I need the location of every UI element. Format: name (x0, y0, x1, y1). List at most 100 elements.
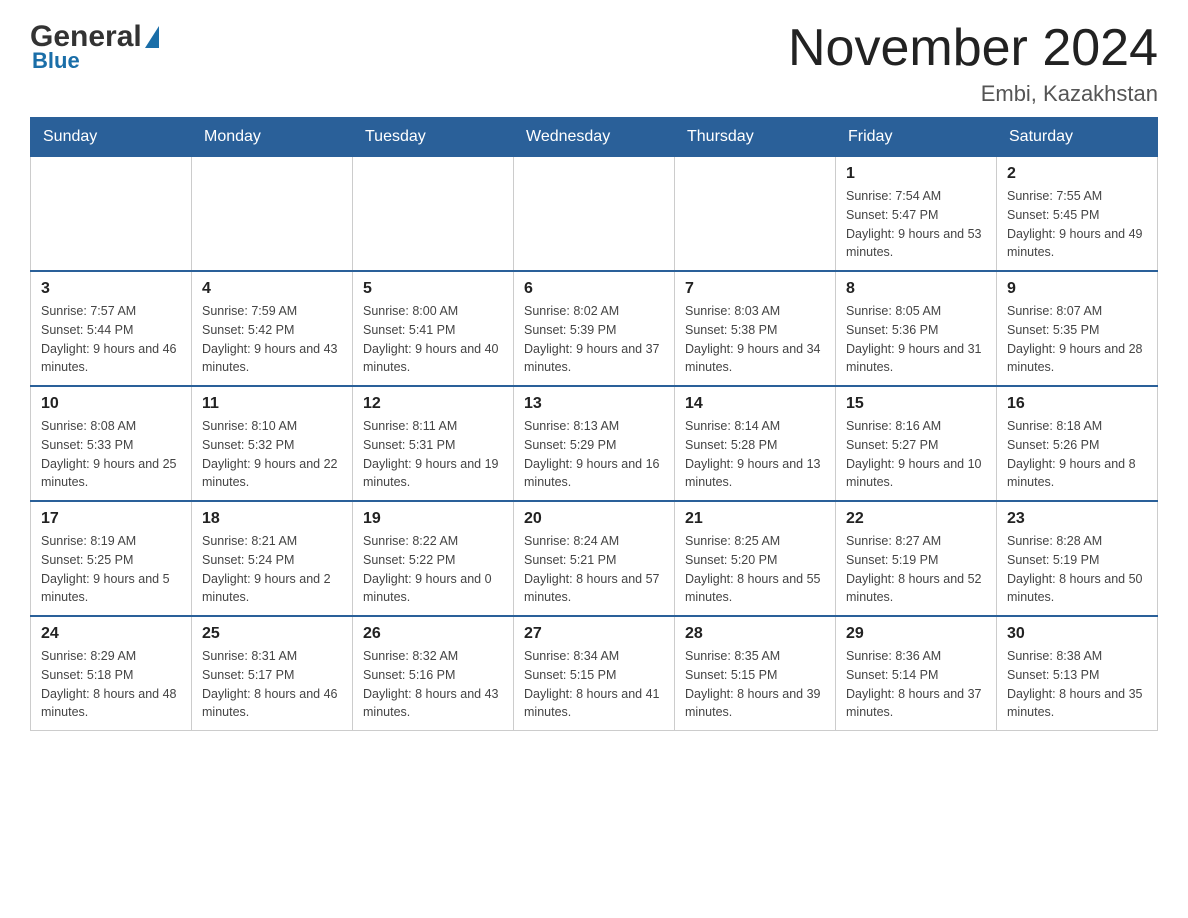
calendar-table: SundayMondayTuesdayWednesdayThursdayFrid… (30, 117, 1158, 731)
day-number: 25 (202, 625, 342, 643)
calendar-day-cell: 17Sunrise: 8:19 AMSunset: 5:25 PMDayligh… (31, 501, 192, 616)
weekday-header: Tuesday (353, 118, 514, 157)
day-number: 5 (363, 280, 503, 298)
day-number: 3 (41, 280, 181, 298)
day-number: 7 (685, 280, 825, 298)
day-number: 24 (41, 625, 181, 643)
calendar-day-cell: 11 Sunrise: 8:10 AMSunset: 5:32 PMDayligh… (192, 386, 353, 501)
day-number: 21 (685, 510, 825, 528)
calendar-week-row: 3 Sunrise: 7:57 AMSunset: 5:44 PMDaylight… (31, 271, 1158, 386)
calendar-day-cell: 8Sunrise: 8:05 AMSunset: 5:36 PMDaylight… (836, 271, 997, 386)
day-number: 15 (846, 395, 986, 413)
calendar-day-cell (675, 157, 836, 272)
logo-blue-label: Blue (32, 48, 80, 74)
day-number: 30 (1007, 625, 1147, 643)
calendar-day-cell: 26Sunrise: 8:32 AMSunset: 5:16 PMDayligh… (353, 616, 514, 731)
calendar-week-row: 10Sunrise: 8:08 AMSunset: 5:33 PMDayligh… (31, 386, 1158, 501)
main-title: November 2024 (788, 20, 1158, 77)
day-number: 12 (363, 395, 503, 413)
calendar-day-cell (514, 157, 675, 272)
day-info: Sunrise: 8:16 AMSunset: 5:27 PMDaylight:… (846, 417, 986, 492)
day-number: 13 (524, 395, 664, 413)
day-info: Sunrise: 7:59 AMSunset: 5:42 PMDaylight:… (202, 302, 342, 377)
day-info: Sunrise: 8:34 AMSunset: 5:15 PMDaylight:… (524, 647, 664, 722)
title-block: November 2024 Embi, Kazakhstan (788, 20, 1158, 107)
day-info: Sunrise: 7:57 AMSunset: 5:44 PMDaylight:… (41, 302, 181, 377)
weekday-header: Wednesday (514, 118, 675, 157)
day-number: 23 (1007, 510, 1147, 528)
day-info: Sunrise: 8:02 AMSunset: 5:39 PMDaylight:… (524, 302, 664, 377)
day-number: 20 (524, 510, 664, 528)
location: Embi, Kazakhstan (788, 81, 1158, 107)
calendar-day-cell: 19 Sunrise: 8:22 AMSunset: 5:22 PMDayligh… (353, 501, 514, 616)
calendar-day-cell: 3 Sunrise: 7:57 AMSunset: 5:44 PMDaylight… (31, 271, 192, 386)
day-info: Sunrise: 8:24 AMSunset: 5:21 PMDaylight:… (524, 532, 664, 607)
day-info: Sunrise: 8:10 AMSunset: 5:32 PMDaylight:… (202, 417, 342, 492)
calendar-day-cell: 23 Sunrise: 8:28 AMSunset: 5:19 PMDayligh… (997, 501, 1158, 616)
day-number: 4 (202, 280, 342, 298)
day-info: Sunrise: 8:00 AMSunset: 5:41 PMDaylight:… (363, 302, 503, 377)
calendar-day-cell: 9Sunrise: 8:07 AMSunset: 5:35 PMDaylight… (997, 271, 1158, 386)
calendar-day-cell: 27 Sunrise: 8:34 AMSunset: 5:15 PMDayligh… (514, 616, 675, 731)
day-info: Sunrise: 8:05 AMSunset: 5:36 PMDaylight:… (846, 302, 986, 377)
day-info: Sunrise: 8:03 AMSunset: 5:38 PMDaylight:… (685, 302, 825, 377)
calendar-day-cell: 10Sunrise: 8:08 AMSunset: 5:33 PMDayligh… (31, 386, 192, 501)
day-info: Sunrise: 8:08 AMSunset: 5:33 PMDaylight:… (41, 417, 181, 492)
day-info: Sunrise: 8:13 AMSunset: 5:29 PMDaylight:… (524, 417, 664, 492)
day-number: 26 (363, 625, 503, 643)
calendar-day-cell: 22Sunrise: 8:27 AMSunset: 5:19 PMDayligh… (836, 501, 997, 616)
weekday-header: Sunday (31, 118, 192, 157)
calendar-week-row: 24 Sunrise: 8:29 AMSunset: 5:18 PMDayligh… (31, 616, 1158, 731)
day-number: 29 (846, 625, 986, 643)
day-info: Sunrise: 8:28 AMSunset: 5:19 PMDaylight:… (1007, 532, 1147, 607)
weekday-header: Thursday (675, 118, 836, 157)
page-header: General Blue November 2024 Embi, Kazakhs… (30, 20, 1158, 107)
calendar-day-cell: 6 Sunrise: 8:02 AMSunset: 5:39 PMDaylight… (514, 271, 675, 386)
day-number: 19 (363, 510, 503, 528)
day-number: 16 (1007, 395, 1147, 413)
calendar-day-cell: 7 Sunrise: 8:03 AMSunset: 5:38 PMDaylight… (675, 271, 836, 386)
calendar-day-cell: 12Sunrise: 8:11 AMSunset: 5:31 PMDayligh… (353, 386, 514, 501)
calendar-day-cell: 2 Sunrise: 7:55 AMSunset: 5:45 PMDaylight… (997, 157, 1158, 272)
calendar-day-cell: 28 Sunrise: 8:35 AMSunset: 5:15 PMDayligh… (675, 616, 836, 731)
day-info: Sunrise: 8:18 AMSunset: 5:26 PMDaylight:… (1007, 417, 1147, 492)
day-info: Sunrise: 8:14 AMSunset: 5:28 PMDaylight:… (685, 417, 825, 492)
calendar-day-cell: 5 Sunrise: 8:00 AMSunset: 5:41 PMDaylight… (353, 271, 514, 386)
day-number: 2 (1007, 165, 1147, 183)
day-number: 14 (685, 395, 825, 413)
day-number: 18 (202, 510, 342, 528)
weekday-header: Monday (192, 118, 353, 157)
day-info: Sunrise: 8:22 AMSunset: 5:22 PMDaylight:… (363, 532, 503, 607)
calendar-day-cell (353, 157, 514, 272)
calendar-day-cell: 13 Sunrise: 8:13 AMSunset: 5:29 PMDayligh… (514, 386, 675, 501)
calendar-day-cell: 18 Sunrise: 8:21 AMSunset: 5:24 PMDayligh… (192, 501, 353, 616)
calendar-day-cell: 16 Sunrise: 8:18 AMSunset: 5:26 PMDayligh… (997, 386, 1158, 501)
logo-triangle-icon (145, 26, 159, 48)
weekday-header-row: SundayMondayTuesdayWednesdayThursdayFrid… (31, 118, 1158, 157)
calendar-day-cell: 15 Sunrise: 8:16 AMSunset: 5:27 PMDayligh… (836, 386, 997, 501)
day-info: Sunrise: 8:19 AMSunset: 5:25 PMDaylight:… (41, 532, 181, 607)
day-number: 11 (202, 395, 342, 413)
calendar-week-row: 1 Sunrise: 7:54 AMSunset: 5:47 PMDaylight… (31, 157, 1158, 272)
calendar-day-cell: 30 Sunrise: 8:38 AMSunset: 5:13 PMDayligh… (997, 616, 1158, 731)
day-info: Sunrise: 8:29 AMSunset: 5:18 PMDaylight:… (41, 647, 181, 722)
day-info: Sunrise: 7:54 AMSunset: 5:47 PMDaylight:… (846, 187, 986, 262)
day-info: Sunrise: 7:55 AMSunset: 5:45 PMDaylight:… (1007, 187, 1147, 262)
calendar-day-cell: 4 Sunrise: 7:59 AMSunset: 5:42 PMDaylight… (192, 271, 353, 386)
day-info: Sunrise: 8:35 AMSunset: 5:15 PMDaylight:… (685, 647, 825, 722)
day-number: 6 (524, 280, 664, 298)
calendar-day-cell (31, 157, 192, 272)
calendar-day-cell: 21 Sunrise: 8:25 AMSunset: 5:20 PMDayligh… (675, 501, 836, 616)
calendar-day-cell: 14 Sunrise: 8:14 AMSunset: 5:28 PMDayligh… (675, 386, 836, 501)
day-number: 22 (846, 510, 986, 528)
day-info: Sunrise: 8:25 AMSunset: 5:20 PMDaylight:… (685, 532, 825, 607)
day-info: Sunrise: 8:31 AMSunset: 5:17 PMDaylight:… (202, 647, 342, 722)
day-info: Sunrise: 8:21 AMSunset: 5:24 PMDaylight:… (202, 532, 342, 607)
day-number: 1 (846, 165, 986, 183)
calendar-day-cell (192, 157, 353, 272)
day-info: Sunrise: 8:38 AMSunset: 5:13 PMDaylight:… (1007, 647, 1147, 722)
calendar-week-row: 17Sunrise: 8:19 AMSunset: 5:25 PMDayligh… (31, 501, 1158, 616)
day-number: 27 (524, 625, 664, 643)
day-number: 28 (685, 625, 825, 643)
day-number: 9 (1007, 280, 1147, 298)
